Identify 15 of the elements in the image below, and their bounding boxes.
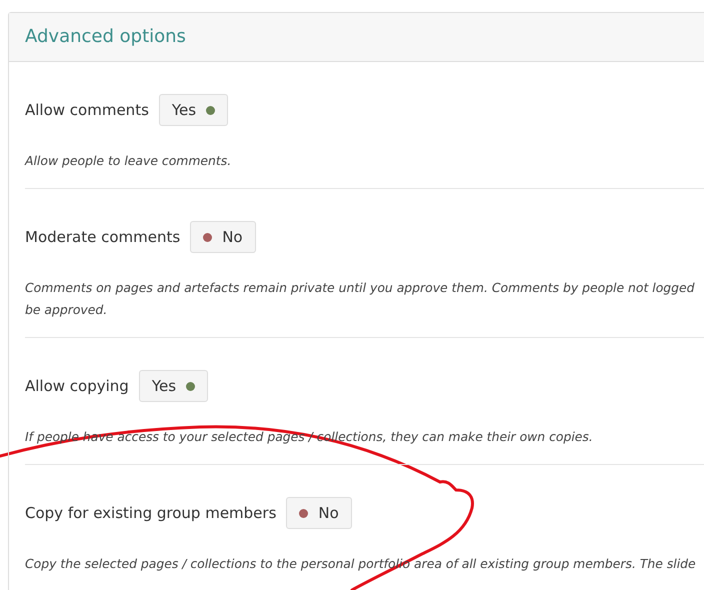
option-label: Allow copying <box>25 377 129 395</box>
status-dot-icon <box>299 508 308 518</box>
status-dot-icon <box>206 106 216 114</box>
option-label: Copy for existing group members <box>25 504 276 522</box>
option-label: Moderate comments <box>25 228 180 246</box>
option-description: Allow people to leave comments. <box>25 152 232 170</box>
toggle-button[interactable]: Yes <box>138 370 208 402</box>
panel-title: Advanced options <box>25 26 186 47</box>
status-dot-icon <box>203 232 212 242</box>
toggle-button[interactable]: No <box>190 221 256 253</box>
toggle-button[interactable]: No <box>286 497 352 529</box>
option-description: Comments on pages and artefacts remain private until you approve them. Comments by people not logged be approved. <box>25 279 696 319</box>
status-dot-icon <box>186 382 196 390</box>
toggle-button[interactable]: Yes <box>158 94 228 126</box>
option-label: Allow comments <box>25 101 149 119</box>
